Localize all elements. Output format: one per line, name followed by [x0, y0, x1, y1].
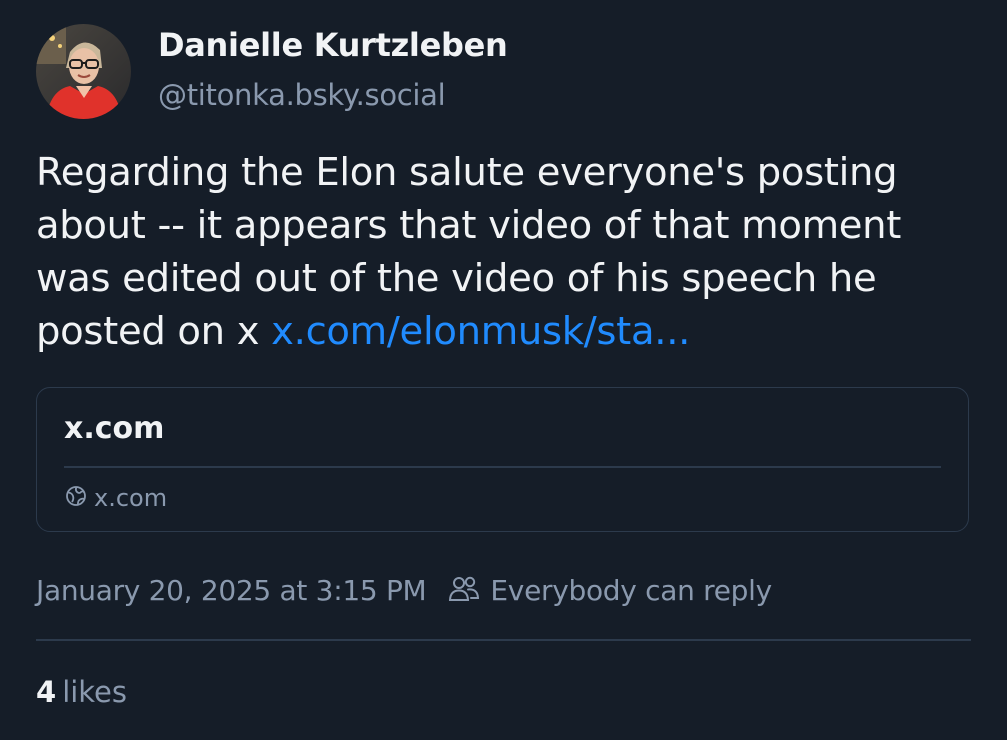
reply-setting[interactable]: Everybody can reply: [448, 574, 772, 607]
post-link[interactable]: x.com/elonmusk/sta...: [271, 309, 690, 354]
stats-divider: [36, 639, 971, 641]
globe-icon: [64, 484, 88, 512]
likes-stat[interactable]: 4 likes: [36, 675, 127, 709]
embed-divider: [64, 466, 941, 468]
post-timestamp[interactable]: January 20, 2025 at 3:15 PM: [36, 574, 427, 607]
post-meta: January 20, 2025 at 3:15 PM Everybody ca…: [36, 574, 772, 607]
likes-label: likes: [62, 675, 128, 709]
post-text-line: posted on x: [36, 309, 272, 354]
embed-domain-row: x.com: [64, 484, 167, 512]
avatar[interactable]: [36, 24, 131, 119]
author-display-name[interactable]: Danielle Kurtzleben: [158, 26, 508, 64]
link-embed-card[interactable]: x.com x.com: [36, 387, 969, 532]
post-text: Regarding the Elon salute everyone's pos…: [36, 146, 986, 358]
post-text-line: about -- it appears that video of that m…: [36, 203, 902, 248]
reply-setting-label: Everybody can reply: [490, 574, 772, 607]
avatar-image: [36, 24, 131, 119]
likes-count: 4: [36, 675, 57, 709]
people-icon: [448, 575, 490, 607]
post-text-last-line: posted on x x.com/elonmusk/sta...: [36, 305, 986, 358]
author-handle[interactable]: @titonka.bsky.social: [158, 78, 446, 112]
post-text-line: was edited out of the video of his speec…: [36, 256, 877, 301]
post-thread-item: Danielle Kurtzleben @titonka.bsky.social…: [0, 0, 1007, 740]
embed-title: x.com: [64, 411, 165, 446]
post-text-line: Regarding the Elon salute everyone's pos…: [36, 150, 898, 195]
embed-domain: x.com: [94, 484, 168, 512]
